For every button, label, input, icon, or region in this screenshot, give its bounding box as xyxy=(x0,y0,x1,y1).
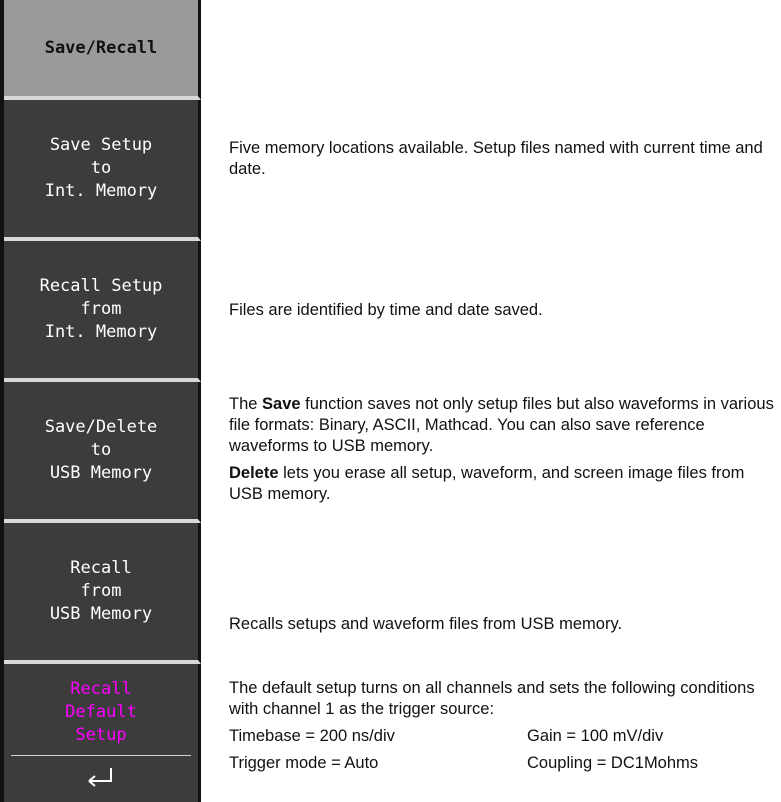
button-label-line: from xyxy=(80,299,122,319)
description-text: Five memory locations available. Setup f… xyxy=(229,139,763,178)
default-setup-description: The default setup turns on all channels … xyxy=(229,678,774,774)
enter-icon xyxy=(88,768,112,787)
button-label-line: to xyxy=(90,440,112,460)
recall-setup-from-int-memory-button[interactable]: Recall Setup from Int. Memory xyxy=(4,241,201,382)
text-span: function saves not only setup files but … xyxy=(229,395,774,455)
condition-gain: Gain = 100 mV/div xyxy=(527,727,664,745)
button-label-line: Int. Memory xyxy=(44,322,158,342)
delete-paragraph: Delete lets you erase all setup, wavefor… xyxy=(229,463,774,505)
recall-from-usb-memory-button[interactable]: Recall from USB Memory xyxy=(4,523,201,664)
button-label-line: to xyxy=(90,158,112,178)
recall-setup-description: Files are identified by time and date sa… xyxy=(229,300,774,321)
button-label-line: Recall xyxy=(70,679,132,699)
recall-usb-description: Recalls setups and waveform files from U… xyxy=(229,614,774,635)
save-delete-usb-description: The Save function saves not only setup f… xyxy=(229,394,774,505)
button-label-line: Save/Delete xyxy=(44,417,158,437)
save-setup-description: Five memory locations available. Setup f… xyxy=(229,138,774,180)
bold-term-delete: Delete xyxy=(229,464,279,482)
button-label-line: USB Memory xyxy=(49,463,153,483)
button-label-line: Default xyxy=(65,702,137,722)
save-setup-to-int-memory-button[interactable]: Save Setup to Int. Memory xyxy=(4,100,201,241)
menu-title-label: Save/Recall xyxy=(44,37,158,58)
menu-title-save-recall: Save/Recall xyxy=(4,0,201,100)
text-span: The xyxy=(229,395,263,413)
button-label-line: Recall xyxy=(70,558,132,578)
button-label-line: from xyxy=(80,581,122,601)
condition-row: Trigger mode = Auto Coupling = DC1Mohms xyxy=(229,753,774,774)
condition-trigger-mode: Trigger mode = Auto xyxy=(229,754,379,772)
softkey-menu: Save/Recall Save Setup to Int. Memory Re… xyxy=(0,0,205,802)
description-text: Recalls setups and waveform files from U… xyxy=(229,615,623,633)
button-label-line: Int. Memory xyxy=(44,181,158,201)
description-text: The default setup turns on all channels … xyxy=(229,679,755,718)
button-label-line: Recall Setup xyxy=(39,276,163,296)
condition-timebase: Timebase = 200 ns/div xyxy=(229,727,395,745)
text-span: lets you erase all setup, waveform, and … xyxy=(229,464,745,503)
recall-default-setup-button[interactable]: Recall Default Setup xyxy=(4,664,201,802)
save-delete-to-usb-memory-button[interactable]: Save/Delete to USB Memory xyxy=(4,382,201,523)
button-divider xyxy=(11,755,191,756)
button-label-line: Save Setup xyxy=(49,135,153,155)
condition-row: Timebase = 200 ns/div Gain = 100 mV/div xyxy=(229,726,774,747)
description-text: Files are identified by time and date sa… xyxy=(229,301,543,319)
save-paragraph: The Save function saves not only setup f… xyxy=(229,394,774,457)
bold-term-save: Save xyxy=(262,395,301,413)
button-label-line: Setup xyxy=(75,725,127,745)
button-label-line: USB Memory xyxy=(49,604,153,624)
condition-coupling: Coupling = DC1Mohms xyxy=(527,754,699,772)
